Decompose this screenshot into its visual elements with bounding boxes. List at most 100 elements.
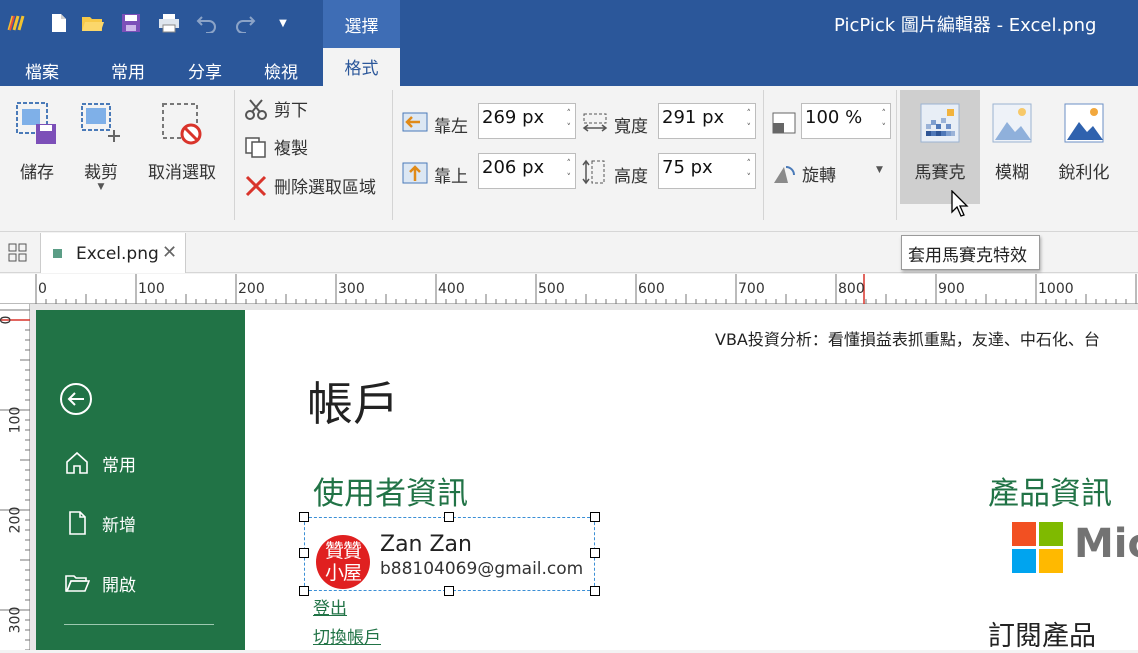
- rotate-icon: [774, 165, 795, 183]
- resize-handle[interactable]: [299, 548, 309, 558]
- top-value: 206 px: [482, 157, 545, 178]
- spin-up-icon[interactable]: ˄: [567, 109, 572, 119]
- resize-handle[interactable]: [590, 586, 600, 596]
- deselect-label: 取消選取: [148, 163, 216, 183]
- ruler-label: 700: [738, 281, 765, 297]
- resize-handle[interactable]: [444, 586, 454, 596]
- spin-up-icon[interactable]: ˄: [567, 159, 572, 169]
- top-input[interactable]: 206 px ˄ ˅: [478, 153, 576, 189]
- deselect-button[interactable]: 取消選取: [142, 100, 222, 190]
- spin-up-icon[interactable]: ˄: [747, 109, 752, 119]
- document-tab[interactable]: Excel.png ✕: [40, 233, 186, 273]
- vertical-ruler: 0 100 200 300: [0, 304, 30, 650]
- mosaic-button[interactable]: 馬賽克: [900, 90, 980, 204]
- tab-home[interactable]: 常用: [111, 58, 145, 83]
- document-tab-name: Excel.png: [76, 244, 159, 264]
- customize-dropdown-icon[interactable]: ▼: [270, 10, 296, 36]
- mosaic-icon: [920, 103, 960, 143]
- ruler-label: 900: [938, 281, 965, 297]
- ruler-label: 200: [7, 506, 24, 534]
- tooltip: 套用馬賽克特效: [901, 235, 1040, 270]
- cut-button[interactable]: 剪下: [244, 96, 308, 121]
- scissors-icon: [245, 98, 267, 120]
- microsoft-logo-text: Mic: [1074, 521, 1138, 567]
- height-input[interactable]: 75 px ˄ ˅: [658, 153, 756, 189]
- ruler-label: 800: [838, 281, 865, 297]
- undo-icon[interactable]: [194, 10, 220, 36]
- left-value: 269 px: [482, 107, 545, 128]
- spin-down-icon[interactable]: ˅: [747, 123, 752, 133]
- nav-new-label: 新增: [102, 515, 136, 536]
- deselect-icon: [162, 103, 202, 145]
- microsoft-logo: [1012, 522, 1063, 573]
- crop-dropdown-icon[interactable]: ▼: [74, 182, 128, 192]
- image-content[interactable]: 常用 新增 開啟 VBA投資分析：看懂損益表抓重點，友達、中石化、台 帳戶 使用…: [36, 310, 1138, 652]
- rotate-dropdown-icon[interactable]: ▼: [876, 165, 883, 175]
- spin-up-icon[interactable]: ˄: [747, 159, 752, 169]
- tab-format[interactable]: 格式: [323, 48, 400, 86]
- sign-out-link[interactable]: 登出: [313, 594, 347, 619]
- selection-rectangle[interactable]: [304, 517, 595, 591]
- width-value: 291 px: [662, 107, 725, 128]
- copy-icon: [245, 136, 266, 158]
- back-arrow-icon[interactable]: [59, 382, 93, 416]
- tab-file[interactable]: 檔案: [25, 58, 59, 83]
- product-info-heading: 產品資訊: [988, 476, 1112, 512]
- horizontal-ruler: 0 100 200 300 400 500 600 700 800 900 1000: [0, 274, 1138, 304]
- left-input[interactable]: 269 px ˄ ˅: [478, 103, 576, 139]
- horizontal-ruler-ticks: [35, 274, 1137, 304]
- spin-up-icon[interactable]: ˄: [882, 109, 887, 119]
- close-tab-icon[interactable]: ✕: [162, 242, 177, 263]
- mosaic-label: 馬賽克: [914, 163, 966, 183]
- folder-open-icon: [65, 575, 90, 592]
- sharpen-button[interactable]: 銳利化: [1052, 90, 1116, 204]
- spin-down-icon[interactable]: ˅: [567, 173, 572, 183]
- ribbon-tab-bar: 檔案 常用 分享 檢視 格式: [0, 48, 1138, 86]
- new-file-icon[interactable]: [46, 10, 72, 36]
- save-image-icon: [16, 102, 56, 144]
- switch-account-link[interactable]: 切換帳戶: [313, 623, 381, 648]
- blur-button[interactable]: 模糊: [984, 90, 1040, 204]
- copy-label: 複製: [274, 139, 308, 159]
- crop-button[interactable]: 裁剪 ▼: [74, 100, 128, 210]
- sharpen-icon: [1064, 103, 1104, 143]
- context-tab-selection: 選擇: [323, 0, 400, 48]
- width-label: 寬度: [614, 117, 648, 137]
- resize-handle[interactable]: [299, 586, 309, 596]
- grid-view-icon[interactable]: [8, 243, 28, 263]
- tab-view[interactable]: 檢視: [264, 58, 298, 83]
- spin-down-icon[interactable]: ˅: [747, 173, 752, 183]
- ruler-label: 500: [538, 281, 565, 297]
- resize-handle[interactable]: [299, 512, 309, 522]
- resize-handle[interactable]: [444, 512, 454, 522]
- ruler-label: 100: [138, 281, 165, 297]
- copy-button[interactable]: 複製: [244, 134, 308, 159]
- save-button[interactable]: 儲存: [10, 100, 64, 190]
- delete-selection-button[interactable]: 刪除選取區域: [244, 173, 376, 198]
- save-icon[interactable]: [118, 10, 144, 36]
- delete-x-icon: [245, 175, 267, 196]
- nav-home[interactable]: 常用: [64, 450, 136, 476]
- resize-handle[interactable]: [590, 512, 600, 522]
- spin-down-icon[interactable]: ˅: [567, 123, 572, 133]
- ruler-label: 400: [438, 281, 465, 297]
- ruler-label: 300: [7, 606, 24, 634]
- resize-handle[interactable]: [590, 548, 600, 558]
- print-icon[interactable]: [156, 10, 182, 36]
- nav-new[interactable]: 新增: [64, 510, 136, 536]
- height-value: 75 px: [662, 157, 713, 178]
- backstage-nav-pane: 常用 新增 開啟: [36, 310, 245, 650]
- ruler-label: 0: [0, 315, 15, 325]
- open-folder-icon[interactable]: [80, 10, 106, 36]
- spin-down-icon[interactable]: ˅: [882, 123, 887, 133]
- zoom-input[interactable]: 100 % ˄ ˅: [801, 103, 891, 139]
- tab-share[interactable]: 分享: [188, 58, 222, 83]
- redo-icon[interactable]: [232, 10, 258, 36]
- top-label: 靠上: [434, 167, 468, 187]
- left-label: 靠左: [434, 117, 468, 137]
- rotate-button[interactable]: 旋轉 ▼: [772, 161, 888, 186]
- nav-open[interactable]: 開啟: [64, 570, 136, 596]
- ruler-label: 600: [638, 281, 665, 297]
- width-input[interactable]: 291 px ˄ ˅: [658, 103, 756, 139]
- home-icon: [66, 451, 88, 474]
